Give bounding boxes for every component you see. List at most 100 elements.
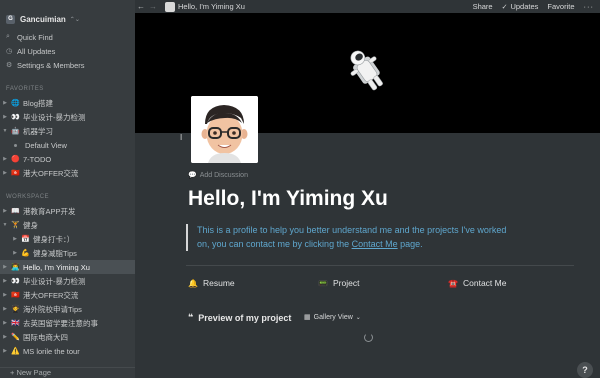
triangle-right-icon[interactable]: ▶ — [0, 334, 10, 340]
sidebar-page-item[interactable]: ▼ 🤖 机器学习 — [0, 124, 135, 138]
triangle-right-icon[interactable]: ▶ — [0, 278, 10, 284]
sidebar-page-item[interactable]: ▶ 👨‍💻 Hello, I'm Yiming Xu — [0, 260, 135, 274]
workspace-switcher[interactable]: G Gancuimian ⌃⌄ — [0, 8, 135, 30]
quote-mark-icon: ❝ — [188, 312, 194, 322]
contact-me-link[interactable]: Contact Me — [352, 239, 398, 249]
triangle-right-icon[interactable]: ▶ — [10, 250, 20, 256]
sidebar-page-item[interactable]: ▶ 🌐 Blog搭建 — [0, 96, 135, 110]
sidebar-item-label: 港大OFFER交流 — [23, 290, 79, 300]
sidebar: G Gancuimian ⌃⌄ ⌕ Quick Find ◷ All Updat… — [0, 0, 135, 378]
triangle-right-icon[interactable]: ▶ — [0, 292, 10, 298]
workspace-header[interactable]: WORKSPACE — [0, 190, 135, 204]
page-emoji-icon: 🧑‍🎓 — [11, 306, 20, 313]
sidebar-item-label: 海外院校申请Tips — [23, 304, 82, 314]
nav-label: Settings & Members — [17, 60, 85, 70]
page-emoji-icon: 🤖 — [11, 128, 20, 135]
more-options-icon[interactable]: ··· — [584, 2, 595, 11]
check-icon: ✓ — [501, 3, 508, 11]
sidebar-page-item[interactable]: ▶ ✏️ 国际电商大四 — [0, 330, 135, 344]
page-emoji-icon: 🇭🇰 — [11, 292, 20, 299]
quote-text-2: page. — [397, 238, 423, 249]
project-link[interactable]: 📟 Project — [318, 278, 359, 288]
page-emoji-icon: 🏋 — [11, 222, 20, 229]
sidebar-page-item[interactable]: ▶ 👀 毕业设计-暴力检测 — [0, 274, 135, 288]
gear-icon: ⚙ — [6, 62, 13, 69]
topbar: ← → Hello, I'm Yiming Xu Share ✓ Updates… — [135, 0, 600, 13]
pager-icon: 📟 — [318, 278, 328, 288]
page-emoji-icon: 👀 — [11, 278, 20, 285]
triangle-right-icon[interactable]: ▶ — [0, 320, 10, 326]
back-arrow-icon[interactable]: ← — [135, 2, 147, 11]
add-discussion-button[interactable]: 💬 Add Discussion — [188, 171, 248, 180]
page-icon-avatar[interactable] — [191, 96, 258, 163]
sidebar-all-updates[interactable]: ◷ All Updates — [0, 44, 135, 58]
sidebar-page-item[interactable]: Default View — [0, 138, 135, 152]
share-button[interactable]: Share — [473, 2, 493, 11]
sidebar-quick-find[interactable]: ⌕ Quick Find — [0, 30, 135, 44]
triangle-right-icon[interactable]: ▶ — [0, 114, 10, 120]
forward-arrow-icon[interactable]: → — [147, 2, 159, 11]
sidebar-item-label: 国际电商大四 — [23, 332, 68, 342]
triangle-right-icon[interactable]: ▶ — [0, 348, 10, 354]
topbar-actions: Share ✓ Updates Favorite ··· — [464, 2, 600, 11]
sidebar-page-item[interactable]: ▶ 🧑‍🎓 海外院校申请Tips — [0, 302, 135, 316]
sidebar-page-item[interactable]: ▶ 👀 毕业设计-暴力检测 — [0, 110, 135, 124]
sidebar-page-item[interactable]: ▶ 🇭🇰 港大OFFER交流 — [0, 166, 135, 180]
page-emoji-icon: 🇭🇰 — [11, 170, 20, 177]
sidebar-page-item[interactable]: ▶ 📖 港教育APP开发 — [0, 204, 135, 218]
contact-me-page-link[interactable]: ☎️ Contact Me — [448, 278, 506, 288]
triangle-right-icon[interactable]: ▶ — [0, 156, 10, 162]
sidebar-item-label: Hello, I'm Yiming Xu — [23, 262, 90, 272]
triangle-right-icon[interactable]: ▶ — [0, 100, 10, 106]
page-title[interactable]: Hello, I'm Yiming Xu — [188, 187, 388, 211]
new-page-button[interactable]: + New Page — [0, 367, 135, 378]
sidebar-page-item[interactable]: ▶ 🇭🇰 港大OFFER交流 — [0, 288, 135, 302]
page-emoji-icon: 👀 — [11, 114, 20, 121]
triangle-right-icon[interactable]: ▶ — [0, 208, 10, 214]
sidebar-page-item[interactable]: ▼ 🏋 健身 — [0, 218, 135, 232]
sidebar-item-label: MS lorile the tour — [23, 346, 80, 356]
triangle-down-icon[interactable]: ▼ — [0, 222, 10, 228]
page-emoji-icon: 🔴 — [11, 156, 20, 163]
sidebar-item-label: Default View — [25, 140, 67, 150]
page-emoji-icon: 🇬🇧 — [11, 320, 20, 327]
updates-button[interactable]: Updates — [510, 2, 538, 11]
favorites-header[interactable]: FAVORITES — [0, 82, 135, 96]
sidebar-page-item[interactable]: ▶ ⚠️ MS lorile the tour — [0, 344, 135, 358]
add-discussion-label: Add Discussion — [199, 171, 248, 179]
sidebar-page-item[interactable]: ▶ 💪 健身减脂Tips — [0, 246, 135, 260]
nav-label: Quick Find — [17, 32, 53, 42]
sidebar-item-label: Blog搭建 — [23, 98, 54, 108]
triangle-right-icon[interactable]: ▶ — [0, 306, 10, 312]
page-emoji-icon: ✏️ — [11, 334, 20, 341]
preview-title: Preview of my project — [198, 312, 292, 323]
text-cursor-icon: I — [180, 133, 183, 142]
contact-me-label: Contact Me — [463, 278, 507, 288]
gallery-view-selector[interactable]: ▦ Gallery View ⌄ — [304, 313, 361, 322]
help-button[interactable]: ? — [577, 362, 593, 378]
sidebar-item-label: 健身打卡：） — [33, 234, 75, 244]
triangle-right-icon[interactable]: ▶ — [0, 264, 10, 270]
sidebar-page-item[interactable]: ▶ 🇬🇧 去英国留学要注意的事 — [0, 316, 135, 330]
page-emoji-icon: 📖 — [11, 208, 20, 215]
breadcrumb[interactable]: Hello, I'm Yiming Xu — [178, 2, 245, 11]
resume-link[interactable]: 🔔 Resume — [188, 278, 235, 288]
triangle-right-icon[interactable]: ▶ — [10, 236, 20, 242]
search-icon: ⌕ — [6, 33, 10, 40]
sidebar-item-label: 健身减脂Tips — [33, 248, 77, 258]
chevron-down-icon: ⌄ — [355, 314, 361, 321]
sidebar-item-label: 去英国留学要注意的事 — [23, 318, 98, 328]
triangle-right-icon[interactable]: ▶ — [0, 170, 10, 176]
sidebar-settings-members[interactable]: ⚙ Settings & Members — [0, 58, 135, 72]
bullet-icon — [14, 143, 17, 147]
triangle-down-icon[interactable]: ▼ — [0, 128, 10, 134]
sidebar-page-item[interactable]: ▶ 📅 健身打卡：） — [0, 232, 135, 246]
page-emoji-icon: 📅 — [21, 236, 30, 243]
sidebar-page-item[interactable]: ▶ 🔴 7-TODO — [0, 152, 135, 166]
intro-quote-block[interactable]: This is a profile to help you better und… — [186, 224, 516, 251]
comment-icon: 💬 — [188, 172, 197, 179]
sidebar-item-label: 机器学习 — [23, 126, 53, 136]
nav-label: All Updates — [17, 46, 56, 56]
favorite-button[interactable]: Favorite — [547, 2, 574, 11]
chevron-updown-icon: ⌃⌄ — [69, 16, 80, 23]
